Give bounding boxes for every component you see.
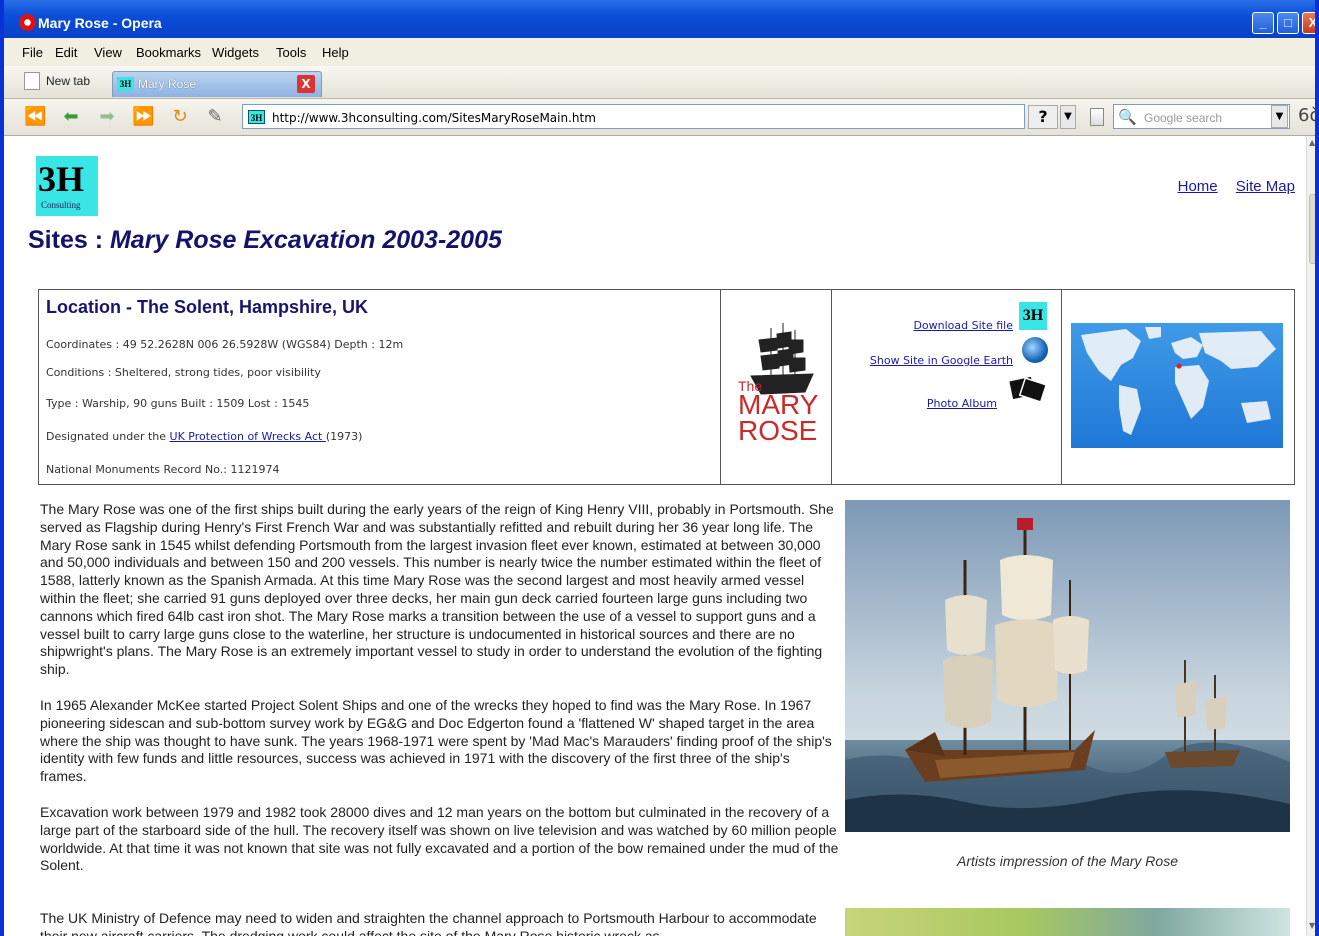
location-title: Location - The Solent, Hampshire, UK xyxy=(46,297,369,317)
paragraph-3: Excavation work between 1979 and 1982 to… xyxy=(40,803,839,874)
search-engine-dropdown[interactable]: ▼ xyxy=(1271,105,1288,128)
scroll-thumb[interactable] xyxy=(1309,194,1315,264)
vertical-scrollbar[interactable]: ▲ ▼ xyxy=(1306,136,1315,936)
menu-file[interactable]: File xyxy=(22,45,43,60)
top-nav: Home Site Map xyxy=(1164,178,1295,195)
location-info-table: Location - The Solent, Hampshire, UK Coo… xyxy=(38,289,1295,485)
close-icon: X xyxy=(1308,15,1318,30)
new-tab-button[interactable]: New tab xyxy=(24,72,90,94)
world-map[interactable] xyxy=(1071,323,1283,448)
3h-file-icon[interactable]: 3H xyxy=(1019,302,1047,330)
mary-rose-logo: The MARY ROSE xyxy=(721,318,832,448)
conditions-text: Conditions : Sheltered, strong tides, po… xyxy=(46,366,321,379)
back-arrow-icon[interactable]: ⬅ xyxy=(60,106,82,128)
zoom-icon[interactable]: 6ò xyxy=(1298,105,1315,126)
edit-pen-icon[interactable]: ✎ xyxy=(204,106,226,128)
url-text: http://www.3hconsulting.com/SitesMaryRos… xyxy=(272,111,596,125)
home-link[interactable]: Home xyxy=(1178,178,1218,195)
tab-label: Mary Rose xyxy=(138,77,197,91)
world-map-cell xyxy=(1062,290,1294,484)
paragraph-2: In 1965 Alexander McKee started Project … xyxy=(40,696,832,785)
logo-mary-rose-text: MARY ROSE xyxy=(738,391,818,446)
favicon-3h-icon: 3H xyxy=(248,110,265,124)
browser-window: Mary Rose - Opera _ □ X File Edit View B… xyxy=(0,0,1319,936)
logo-subtext: Consulting xyxy=(41,200,81,210)
logo-text: 3H xyxy=(38,159,85,199)
3h-logo[interactable]: 3H Consulting xyxy=(36,156,98,216)
coordinates-text: Coordinates : 49 52.2628N 006 26.5928W (… xyxy=(46,338,404,351)
new-tab-icon xyxy=(24,72,40,90)
photo-album-icon[interactable] xyxy=(1008,374,1048,404)
title-bar: Mary Rose - Opera _ □ X xyxy=(4,0,1318,38)
title-italic: Mary Rose Excavation 2003-2005 xyxy=(109,226,502,254)
nmr-text: National Monuments Record No.: 1121974 xyxy=(46,463,280,476)
tab-bar: New tab 3H Mary Rose X xyxy=(4,66,1315,154)
new-tab-label: New tab xyxy=(46,74,91,88)
close-tab-icon[interactable]: X xyxy=(297,75,315,93)
forward-arrow-icon[interactable]: ➡ xyxy=(96,106,118,128)
location-details: Location - The Solent, Hampshire, UK Coo… xyxy=(39,290,721,484)
address-dropdown[interactable]: ▼ xyxy=(1060,105,1076,129)
minimize-icon: _ xyxy=(1259,15,1267,30)
search-placeholder: Google search xyxy=(1144,111,1223,125)
designated-prefix: Designated under the xyxy=(46,430,170,443)
favicon-3h-icon: 3H xyxy=(117,77,134,91)
minimize-button[interactable]: _ xyxy=(1252,12,1274,34)
google-earth-link[interactable]: Show Site in Google Earth xyxy=(870,354,1013,367)
reload-icon[interactable]: ↻ xyxy=(169,106,191,128)
logo-rose: ROSE xyxy=(738,415,818,446)
site-map-link[interactable]: Site Map xyxy=(1236,178,1295,195)
menu-tools[interactable]: Tools xyxy=(276,45,306,60)
rewind-icon[interactable]: ⏪ xyxy=(24,106,46,128)
main-text: The Mary Rose was one of the first ships… xyxy=(40,501,840,893)
search-input[interactable]: 🔍 Google search xyxy=(1113,104,1290,129)
downloads-cell: Download Site file 3H Show Site in Googl… xyxy=(832,290,1062,484)
photo-album-link[interactable]: Photo Album xyxy=(927,397,997,410)
download-site-file-link[interactable]: Download Site file xyxy=(913,319,1013,332)
opera-logo-icon xyxy=(19,14,36,31)
web-page: 3H Consulting Home Site Map Sites : Mary… xyxy=(12,137,1306,936)
painting-caption: Artists impression of the Mary Rose xyxy=(957,853,1178,869)
title-prefix: Sites : xyxy=(28,226,110,254)
scroll-down-icon[interactable]: ▼ xyxy=(1309,921,1315,930)
site-info-button[interactable]: ? xyxy=(1028,105,1058,129)
menu-widgets[interactable]: Widgets xyxy=(212,45,259,60)
protection-of-wrecks-link[interactable]: UK Protection of Wrecks Act xyxy=(170,430,326,443)
menu-edit[interactable]: Edit xyxy=(55,45,77,60)
paragraph-1: The Mary Rose was one of the first ships… xyxy=(40,501,834,678)
designated-year: (1973) xyxy=(325,430,363,443)
second-image[interactable] xyxy=(845,908,1290,936)
menu-bar: File Edit View Bookmarks Widgets Tools H… xyxy=(4,38,1315,66)
google-earth-icon[interactable] xyxy=(1022,337,1048,363)
mary-rose-logo-cell: The MARY ROSE xyxy=(721,290,832,484)
type-text: Type : Warship, 90 guns Built : 1509 Los… xyxy=(46,397,310,410)
address-input[interactable]: 3H http://www.3hconsulting.com/SitesMary… xyxy=(242,104,1025,129)
designated-text: Designated under the UK Protection of Wr… xyxy=(46,430,362,443)
menu-bookmarks[interactable]: Bookmarks xyxy=(136,45,201,60)
scroll-up-icon[interactable]: ▲ xyxy=(1309,138,1315,147)
menu-help[interactable]: Help xyxy=(322,45,349,60)
close-window-button[interactable]: X xyxy=(1302,12,1318,34)
page-title: Sites : Mary Rose Excavation 2003-2005 xyxy=(28,226,502,255)
fast-forward-icon[interactable]: ⏩ xyxy=(132,106,154,128)
maximize-icon: □ xyxy=(1284,15,1292,30)
paragraph-4: The UK Ministry of Defence may need to w… xyxy=(40,910,817,936)
site-marker xyxy=(1176,363,1182,369)
search-icon: 🔍 xyxy=(1118,108,1137,126)
mary-rose-painting[interactable] xyxy=(845,500,1290,832)
bookmark-page-icon[interactable] xyxy=(1090,108,1104,126)
maximize-button[interactable]: □ xyxy=(1277,12,1299,34)
tab-mary-rose[interactable]: 3H Mary Rose X xyxy=(112,71,322,97)
window-title: Mary Rose - Opera xyxy=(38,15,162,31)
address-toolbar: ⏪ ⬅ ➡ ⏩ ↻ ✎ 3H http://www.3hconsulting.c… xyxy=(4,99,1315,136)
menu-view[interactable]: View xyxy=(94,45,122,60)
